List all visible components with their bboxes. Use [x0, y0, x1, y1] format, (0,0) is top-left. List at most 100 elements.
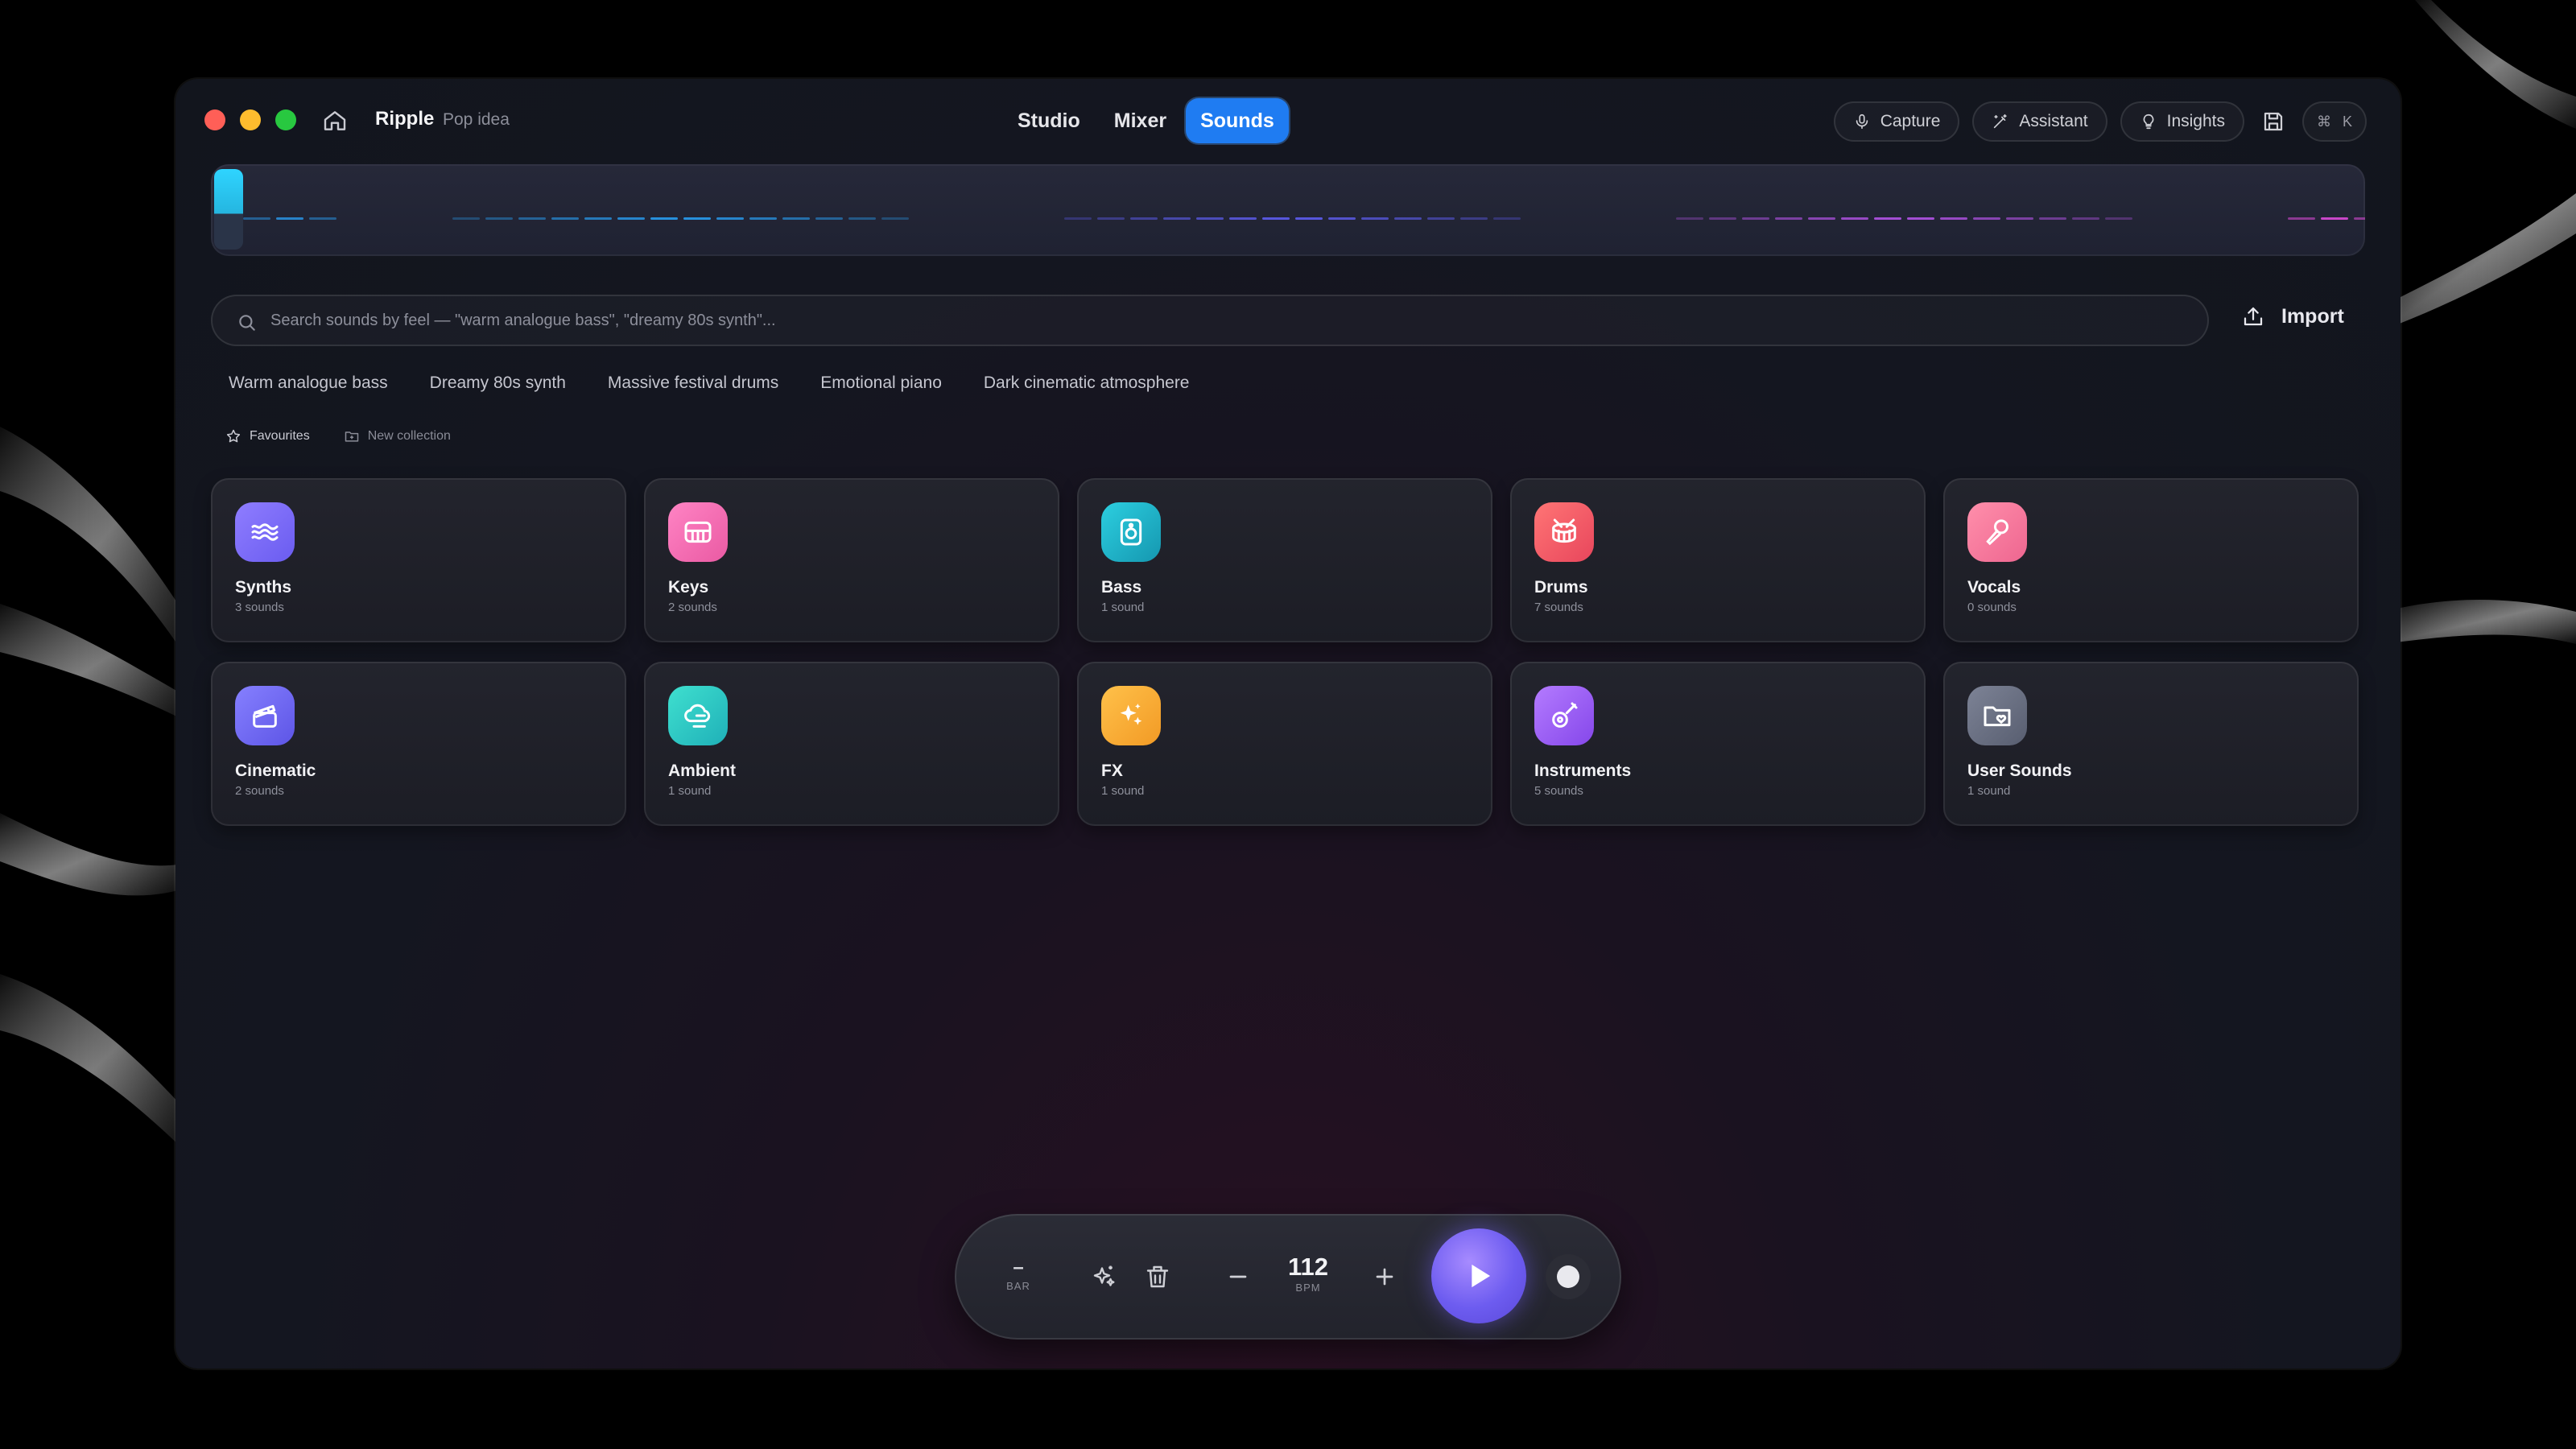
category-card-bass[interactable]: Bass 1 sound [1077, 478, 1492, 642]
category-name: Keys [668, 578, 709, 597]
timeline-clip-segment [2006, 217, 2033, 220]
category-card-ambient[interactable]: Ambient 1 sound [644, 662, 1059, 826]
suggestion-chip[interactable]: Dark cinematic atmosphere [966, 361, 1208, 406]
play-button[interactable] [1431, 1228, 1526, 1323]
cloud-icon [668, 686, 728, 745]
timeline-clip-segment [584, 217, 612, 220]
category-name: Ambient [668, 762, 736, 780]
lightbulb-icon [2143, 114, 2153, 130]
new-collection-link[interactable]: New collection [344, 428, 451, 444]
save-button[interactable] [2257, 105, 2289, 138]
timeline-clip-segment [782, 217, 810, 220]
suggestion-chip[interactable]: Emotional piano [803, 361, 960, 406]
insights-button[interactable]: Insights [2120, 101, 2244, 142]
upload-icon [2244, 307, 2263, 326]
favourites-link[interactable]: Favourites [225, 428, 310, 444]
trash-icon[interactable] [1143, 1262, 1172, 1291]
timeline-clip-segment [1940, 217, 1967, 220]
timeline-clip-segment [309, 217, 336, 220]
play-icon [1472, 1264, 1491, 1288]
bpm-label: BPM [1295, 1282, 1321, 1294]
app-window: Ripple Pop idea Studio Mixer Sounds Capt… [175, 79, 2401, 1368]
category-count: 1 sound [1101, 784, 1145, 798]
command-palette-button[interactable]: ⌘ K [2301, 101, 2367, 142]
timeline-clip-segment [1262, 217, 1290, 220]
microphone-icon [1967, 502, 2027, 562]
capture-label: Capture [1880, 112, 1941, 130]
drum-icon [1534, 502, 1594, 562]
bar-counter[interactable]: – BAR [998, 1258, 1038, 1293]
insights-label: Insights [2166, 112, 2225, 130]
category-name: Synths [235, 578, 292, 597]
bar-label: BAR [1006, 1280, 1030, 1292]
timeline-clip-segment [1163, 217, 1191, 220]
tab-mixer[interactable]: Mixer [1100, 98, 1181, 143]
playhead[interactable] [214, 169, 243, 250]
timeline-clip-segment [1295, 217, 1323, 220]
suggestion-chip[interactable]: Dreamy 80s synth [412, 361, 584, 406]
timeline-clip-segment [1097, 217, 1125, 220]
search-icon [239, 315, 255, 331]
category-count: 3 sounds [235, 601, 284, 614]
assistant-label: Assistant [2019, 112, 2088, 130]
category-count: 7 sounds [1534, 601, 1583, 614]
record-button[interactable] [1546, 1254, 1591, 1299]
zoom-window-button[interactable] [275, 109, 296, 130]
import-button[interactable]: Import [2241, 304, 2344, 328]
category-card-synths[interactable]: Synths 3 sounds [211, 478, 626, 642]
category-name: Vocals [1967, 578, 2021, 597]
timeline-clip-segment [1874, 217, 1901, 220]
category-card-user-sounds[interactable]: User Sounds 1 sound [1943, 662, 2359, 826]
category-count: 1 sound [1967, 784, 2011, 798]
timeline-clip-segment [485, 217, 513, 220]
arrangement-timeline[interactable] [211, 164, 2365, 256]
category-card-drums[interactable]: Drums 7 sounds [1510, 478, 1926, 642]
category-card-cinematic[interactable]: Cinematic 2 sounds [211, 662, 626, 826]
home-icon[interactable] [322, 108, 348, 134]
sound-search-bar [211, 295, 2209, 346]
sparkles-icon[interactable] [1090, 1262, 1119, 1291]
timeline-clip-segment [1460, 217, 1488, 220]
bpm-display[interactable]: 112 BPM [1280, 1253, 1336, 1294]
category-card-instruments[interactable]: Instruments 5 sounds [1510, 662, 1926, 826]
microphone-icon [1856, 114, 1868, 130]
timeline-clip-segment [848, 217, 876, 220]
capture-button[interactable]: Capture [1833, 101, 1960, 142]
timeline-clip-segment [881, 217, 909, 220]
timeline-clip-segment [683, 217, 711, 220]
waves-icon [235, 502, 295, 562]
view-switcher: Studio Mixer Sounds [1003, 98, 1289, 143]
timeline-clip-segment [815, 217, 843, 220]
timeline-clip-segment [1709, 217, 1736, 220]
minimize-window-button[interactable] [240, 109, 261, 130]
tab-studio[interactable]: Studio [1003, 98, 1095, 143]
command-key: ⌘ [2316, 113, 2331, 130]
timeline-clip-segment [276, 217, 303, 220]
category-card-fx[interactable]: FX 1 sound [1077, 662, 1492, 826]
suggestion-chip[interactable]: Massive festival drums [590, 361, 796, 406]
category-count: 2 sounds [235, 784, 284, 798]
assistant-button[interactable]: Assistant [1972, 101, 2107, 142]
timeline-clip-segment [1907, 217, 1934, 220]
category-card-keys[interactable]: Keys 2 sounds [644, 478, 1059, 642]
search-input[interactable] [270, 296, 2186, 345]
suggestion-chip[interactable]: Warm analogue bass [211, 361, 406, 406]
piano-icon [668, 502, 728, 562]
collections-bar: Favourites New collection [225, 428, 451, 444]
toolbar-right: Capture Assistant Insights ⌘ K [1833, 101, 2367, 142]
category-card-vocals[interactable]: Vocals 0 sounds [1943, 478, 2359, 642]
category-name: Instruments [1534, 762, 1632, 780]
new-collection-label: New collection [367, 429, 451, 443]
timeline-clip-segment [518, 217, 546, 220]
timeline-clip-segment [1676, 217, 1703, 220]
bpm-decrease-button[interactable] [1224, 1262, 1253, 1291]
timeline-clip-segment [1841, 217, 1868, 220]
tab-sounds[interactable]: Sounds [1186, 98, 1289, 143]
timeline-clip-segment [1130, 217, 1158, 220]
save-icon [2264, 112, 2283, 131]
timeline-clip-segment [1361, 217, 1389, 220]
close-window-button[interactable] [204, 109, 225, 130]
timeline-clip-segment [551, 217, 579, 220]
bpm-increase-button[interactable] [1370, 1262, 1399, 1291]
category-count: 0 sounds [1967, 601, 2017, 614]
